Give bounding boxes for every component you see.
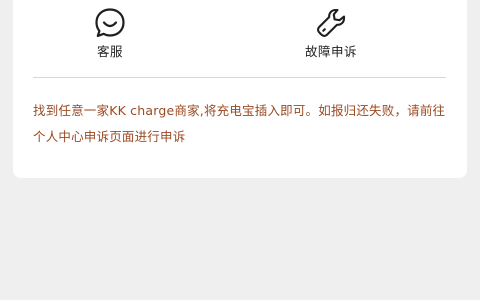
fault-report-label: 故障申诉 xyxy=(304,44,357,59)
smile-face-icon xyxy=(95,8,125,38)
wrench-icon xyxy=(317,8,346,37)
customer-service-button[interactable]: 客服 xyxy=(50,0,170,60)
divider xyxy=(33,77,446,78)
return-instructions-text: 找到任意一家KK charge商家,将充电宝插入即可。如报归还失败，请前往个人中… xyxy=(33,103,446,144)
fault-report-button[interactable]: 故障申诉 xyxy=(271,0,391,60)
help-card: 客服 故障申诉 找到任意一家KK charge商家,将充电宝插入即可。如报归还失… xyxy=(13,0,467,178)
customer-service-label: 客服 xyxy=(96,44,123,59)
